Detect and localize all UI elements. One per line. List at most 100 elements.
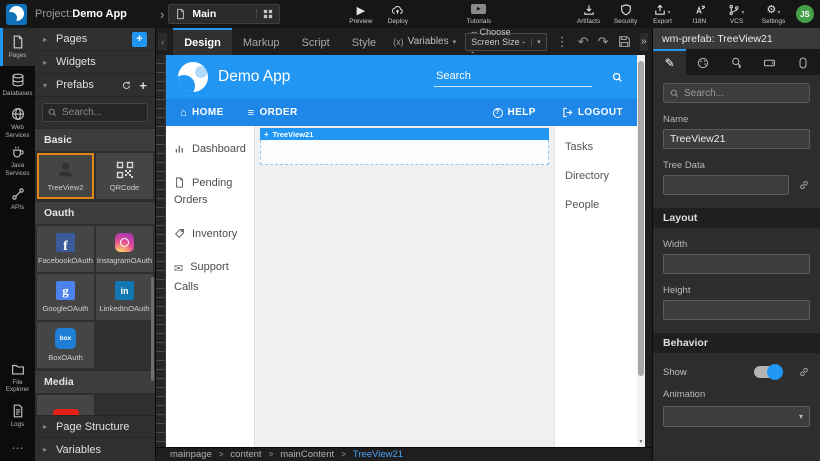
- nav-web-services[interactable]: Web Services: [0, 104, 35, 142]
- prefab-linkedin-oauth[interactable]: in LinkedInOAuth: [96, 274, 153, 320]
- nav-logs[interactable]: Logs: [0, 397, 35, 435]
- nav-java-services[interactable]: Java Services: [0, 142, 35, 180]
- tab-properties[interactable]: ✎: [653, 49, 686, 75]
- prefab-facebook-oauth[interactable]: f FacebookOAuth: [37, 226, 94, 272]
- add-prefab-icon[interactable]: +: [139, 78, 147, 93]
- undo-icon[interactable]: ↶: [578, 35, 589, 48]
- caret-down-icon: ▾: [43, 81, 50, 90]
- app-main-content[interactable]: + TreeView21: [254, 126, 555, 447]
- help-icon: ?: [493, 108, 503, 118]
- animation-select[interactable]: ▾: [663, 406, 810, 427]
- page-selector[interactable]: Main: [168, 4, 280, 24]
- menu-item-support-calls[interactable]: ✉Support Calls: [174, 259, 246, 296]
- prefab-qrcode[interactable]: QRCode: [96, 153, 153, 199]
- prefab-google-oauth[interactable]: g GoogleOAuth: [37, 274, 94, 320]
- vcs-button[interactable]: ▾ VCS: [718, 4, 755, 25]
- scroll-down-icon[interactable]: ▼: [637, 439, 645, 445]
- tab-design[interactable]: Design: [173, 28, 232, 55]
- user-avatar[interactable]: JS: [796, 5, 814, 23]
- app-search-input[interactable]: Search: [434, 68, 592, 87]
- section-widgets[interactable]: ▸ Widgets: [35, 51, 155, 74]
- prefab-search[interactable]: [42, 103, 148, 122]
- breadcrumb-treeview21[interactable]: TreeView21: [353, 449, 403, 460]
- security-button[interactable]: Security: [607, 4, 644, 25]
- expand-right-panel-button[interactable]: »: [640, 33, 649, 51]
- prefab-search-input[interactable]: [62, 107, 142, 118]
- qr-code-icon: [116, 161, 134, 179]
- nav-help-link[interactable]: ?HELP: [493, 107, 536, 118]
- menu-item-tasks[interactable]: Tasks: [565, 141, 627, 153]
- tab-script[interactable]: Script: [291, 28, 341, 55]
- settings-button[interactable]: ⚙▾ Settings: [755, 4, 792, 25]
- menu-item-pending-orders[interactable]: Pending Orders: [174, 175, 246, 210]
- refresh-icon[interactable]: [121, 80, 132, 91]
- design-canvas[interactable]: Demo App Search ⌂HOME ≡ORDER ?HELP LOGOU…: [166, 55, 637, 447]
- scrollbar-thumb[interactable]: [638, 61, 644, 376]
- section-prefabs[interactable]: ▾ Prefabs +: [35, 74, 155, 97]
- save-icon[interactable]: [618, 35, 631, 48]
- add-page-button[interactable]: +: [132, 32, 147, 47]
- tab-styles[interactable]: [686, 49, 719, 75]
- breadcrumb-maincontent[interactable]: mainContent: [280, 449, 334, 460]
- breadcrumb-separator: >: [219, 450, 224, 459]
- prefab-media-tile[interactable]: ▶: [37, 395, 94, 415]
- export-icon: [654, 4, 666, 16]
- tab-style[interactable]: Style: [341, 28, 387, 55]
- variables-dropdown[interactable]: (x) Variables ▾: [393, 36, 456, 47]
- left-panel-scrollbar[interactable]: [151, 277, 154, 380]
- menu-item-directory[interactable]: Directory: [565, 170, 627, 182]
- treeview-widget-body[interactable]: [260, 140, 549, 165]
- log-file-icon: [11, 404, 25, 418]
- prefab-box-oauth[interactable]: box BoxOAuth: [37, 322, 94, 368]
- menu-item-people[interactable]: People: [565, 199, 627, 211]
- tab-events[interactable]: [720, 49, 753, 75]
- nav-pages[interactable]: Pages: [0, 28, 35, 66]
- breadcrumb-content[interactable]: content: [230, 449, 261, 460]
- grid-icon[interactable]: [256, 9, 273, 19]
- tab-markup[interactable]: Markup: [232, 28, 291, 55]
- redo-icon[interactable]: ↷: [598, 35, 609, 48]
- google-icon: g: [56, 281, 75, 300]
- properties-search[interactable]: [663, 83, 810, 103]
- canvas-scrollbar[interactable]: ▼: [637, 55, 645, 447]
- nav-logout-link[interactable]: LOGOUT: [562, 107, 623, 118]
- tab-security[interactable]: [787, 49, 820, 75]
- properties-search-input[interactable]: [684, 88, 803, 99]
- search-icon[interactable]: [612, 72, 623, 83]
- preview-button[interactable]: ▶ Preview: [342, 4, 379, 25]
- section-pages[interactable]: ▸ Pages +: [35, 28, 155, 51]
- menu-item-inventory[interactable]: Inventory: [174, 226, 246, 244]
- bind-link-icon[interactable]: [798, 366, 810, 378]
- height-input[interactable]: [663, 300, 810, 320]
- prefab-treeview2[interactable]: TreeView2: [37, 153, 94, 199]
- artifacts-button[interactable]: Artifacts: [570, 4, 607, 25]
- breadcrumb-mainpage[interactable]: mainpage: [170, 449, 212, 460]
- deploy-button[interactable]: Deploy: [379, 4, 416, 25]
- name-input[interactable]: [663, 129, 810, 149]
- prefab-instagram-oauth[interactable]: InstagramOAuth: [96, 226, 153, 272]
- more-icon[interactable]: ⋯: [0, 435, 35, 461]
- app-header[interactable]: Demo App Search: [166, 55, 637, 99]
- collapse-left-panel-button[interactable]: ‹: [158, 33, 167, 50]
- kebab-menu-icon[interactable]: ⋮: [556, 35, 569, 48]
- nav-apis[interactable]: APIs: [0, 180, 35, 218]
- nav-databases[interactable]: Databases: [0, 66, 35, 104]
- show-toggle[interactable]: [754, 366, 781, 378]
- folder-icon: [11, 362, 25, 376]
- section-variables[interactable]: ▸ Variables: [35, 438, 155, 461]
- nav-order-link[interactable]: ≡ORDER: [248, 107, 298, 119]
- treeview-widget[interactable]: + TreeView21: [260, 128, 549, 165]
- section-page-structure[interactable]: ▸ Page Structure: [35, 415, 155, 438]
- i18n-button[interactable]: I18N: [681, 4, 718, 25]
- menu-item-dashboard[interactable]: Dashboard: [174, 141, 246, 159]
- nav-file-explorer[interactable]: File Explorer: [0, 359, 35, 397]
- width-input[interactable]: [663, 254, 810, 274]
- screen-size-select[interactable]: -- Choose Screen Size -- ▾: [465, 33, 547, 51]
- nav-home-link[interactable]: ⌂HOME: [180, 107, 224, 119]
- tab-device[interactable]: [753, 49, 786, 75]
- treeview-widget-header[interactable]: + TreeView21: [260, 128, 549, 140]
- bind-link-icon[interactable]: [798, 179, 810, 191]
- tutorials-button[interactable]: ▶ Tutorials: [460, 4, 497, 25]
- tree-data-input[interactable]: [663, 175, 789, 195]
- export-button[interactable]: ▾ Export: [644, 4, 681, 25]
